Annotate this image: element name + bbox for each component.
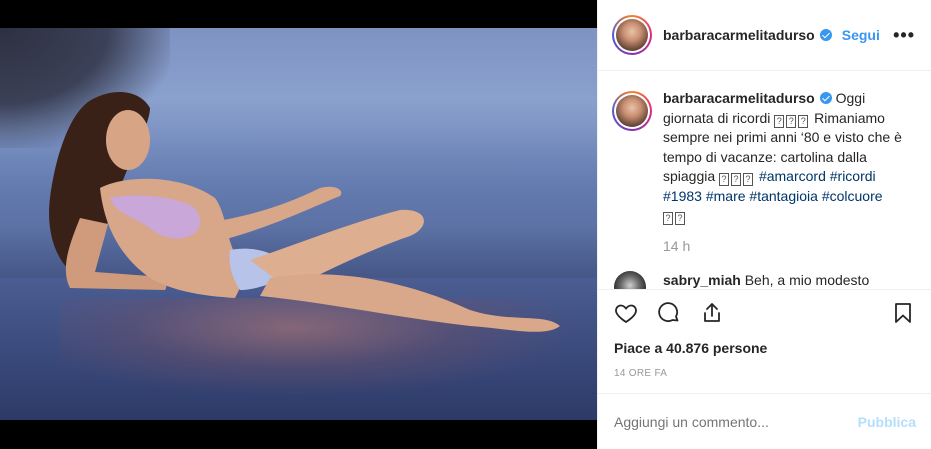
avatar-image [616,95,648,127]
caption-avatar[interactable] [612,91,652,131]
emoji-placeholder-icon: ? [663,212,673,225]
post-media [0,0,597,449]
caption-timestamp[interactable]: 14 h [663,238,915,254]
hashtag-link[interactable]: #mare [706,188,746,204]
post-age[interactable]: 14 ORE FA [598,368,931,382]
action-bar [598,290,931,336]
author-avatar[interactable] [612,15,652,55]
commenter-username[interactable]: sabry_miah [663,272,741,288]
comment-body: Beh, a mio modesto [744,271,870,288]
bookmark-icon[interactable] [889,299,917,327]
likes-number: 40.876 [666,340,709,356]
comment-text: sabry_miah Beh, a mio modesto [663,271,869,289]
caption-text: barbaracarmelitadurso Oggi giornata di r… [663,89,915,226]
emoji-placeholder-icon: ? [731,173,742,186]
avatar-image [616,19,648,51]
emoji-placeholder-icon: ? [786,114,797,128]
post-side-panel: barbaracarmelitadurso Segui ••• barbarac… [597,0,931,449]
post-caption: barbaracarmelitadurso Oggi giornata di r… [612,89,915,226]
hashtag-link[interactable]: #amarcord [759,168,826,184]
author-username[interactable]: barbaracarmelitadurso [663,27,815,43]
emoji-placeholder-icon: ? [798,114,809,128]
follow-button[interactable]: Segui [842,27,880,43]
share-icon[interactable] [698,299,726,327]
likes-prefix: Piace a [614,340,663,356]
likes-suffix: persone [712,340,768,356]
emoji-placeholder-icon: ? [675,212,685,225]
hashtag-link[interactable]: #colcuore [822,188,883,204]
more-options-icon[interactable]: ••• [893,25,915,46]
post-header: barbaracarmelitadurso Segui ••• [598,0,931,71]
commenter-avatar[interactable] [614,270,646,289]
hashtag-link[interactable]: #tantagioia [749,188,818,204]
hashtag-link[interactable]: #ricordi [830,168,876,184]
photo-subject [49,92,560,332]
comment-item: sabry_miah Beh, a mio modesto [612,270,915,289]
caption-username[interactable]: barbaracarmelitadurso [663,90,815,106]
comments-area[interactable]: barbaracarmelitadurso Oggi giornata di r… [598,71,931,290]
hashtag-link[interactable]: #1983 [663,188,702,204]
publish-button[interactable]: Pubblica [858,414,916,430]
add-comment-input[interactable] [614,413,858,430]
heart-icon[interactable] [612,299,640,327]
likes-count[interactable]: Piace a 40.876 persone [598,336,931,360]
emoji-placeholder-icon: ? [719,173,730,186]
verified-badge-icon [819,92,832,104]
post-photo[interactable] [0,28,597,420]
verified-badge-icon [819,29,832,41]
comment-icon[interactable] [655,299,683,327]
emoji-placeholder-icon: ? [743,173,754,186]
add-comment-bar: Pubblica [598,393,931,449]
emoji-placeholder-icon: ? [774,114,785,128]
